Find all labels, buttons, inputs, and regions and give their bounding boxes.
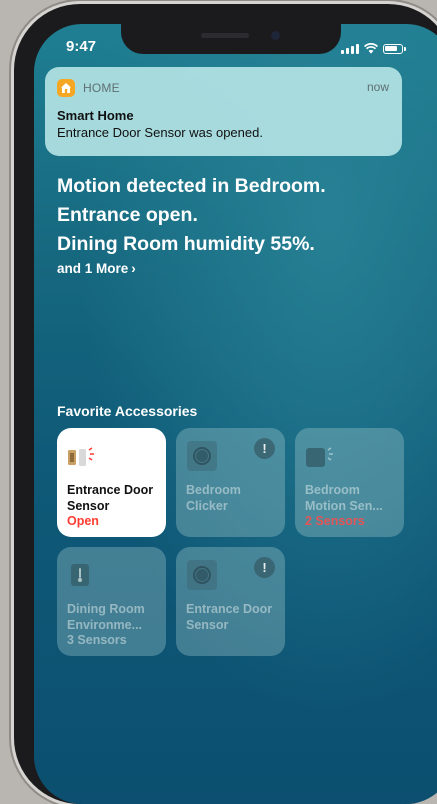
notification-body: Entrance Door Sensor was opened. [57,125,263,140]
tile-name: Bedroom Clicker [186,483,241,513]
tile-status: 3 Sensors [67,633,127,647]
clicker-icon [187,441,217,471]
status-time: 9:47 [66,38,97,55]
door-sensor-icon [68,447,94,466]
status-icons [341,40,406,54]
tile-name: Dining Room Environme... [67,602,145,632]
tile-dining-room-environment[interactable]: Dining Room Environme... 3 Sensors [57,547,166,656]
tile-name: Bedroom Motion Sen... [305,483,383,513]
cellular-signal-icon [341,43,359,54]
alert-badge-icon: ! [254,438,275,459]
tile-name: Entrance Door Sensor [67,483,154,513]
favorites-heading: Favorite Accessories [57,403,198,419]
notification-app: HOME [57,79,120,97]
tile-name: Entrance Door Sensor [186,602,273,632]
battery-icon [383,44,406,54]
speaker-grille [201,33,249,38]
clicker-icon [187,560,217,590]
wifi-icon [364,43,378,54]
motion-sensor-icon [306,447,333,467]
notification-title: Smart Home [57,108,134,123]
chevron-right-icon: › [131,261,136,276]
summary-line: Entrance open. [57,204,198,226]
notification-app-name: HOME [83,81,120,95]
notification-time: now [366,80,389,94]
summary-line: Dining Room humidity 55%. [57,233,315,255]
front-camera [271,31,280,40]
tile-status: Open [67,514,99,528]
home-summary: Motion detected in Bedroom. Entrance ope… [57,172,387,259]
notification-card[interactable]: HOME now Smart Home Entrance Door Sensor… [45,67,402,156]
summary-line: Motion detected in Bedroom. [57,175,326,197]
thermometer-icon [71,564,89,586]
lock-screen: 9:47 HOME now Smart Home Entrance Door S… [34,24,437,804]
more-link[interactable]: and 1 More › [57,261,136,276]
notch [121,24,341,54]
tile-bedroom-motion-sensor[interactable]: Bedroom Motion Sen... 2 Sensors [295,428,404,537]
tile-status: 2 Sensors [305,514,365,528]
tile-bedroom-clicker[interactable]: ! Bedroom Clicker [176,428,285,537]
home-app-icon [57,79,75,97]
alert-badge-icon: ! [254,557,275,578]
tile-entrance-door-sensor-2[interactable]: ! Entrance Door Sensor [176,547,285,656]
tile-entrance-door-sensor[interactable]: Entrance Door Sensor Open [57,428,166,537]
more-label: and 1 More [57,261,129,276]
